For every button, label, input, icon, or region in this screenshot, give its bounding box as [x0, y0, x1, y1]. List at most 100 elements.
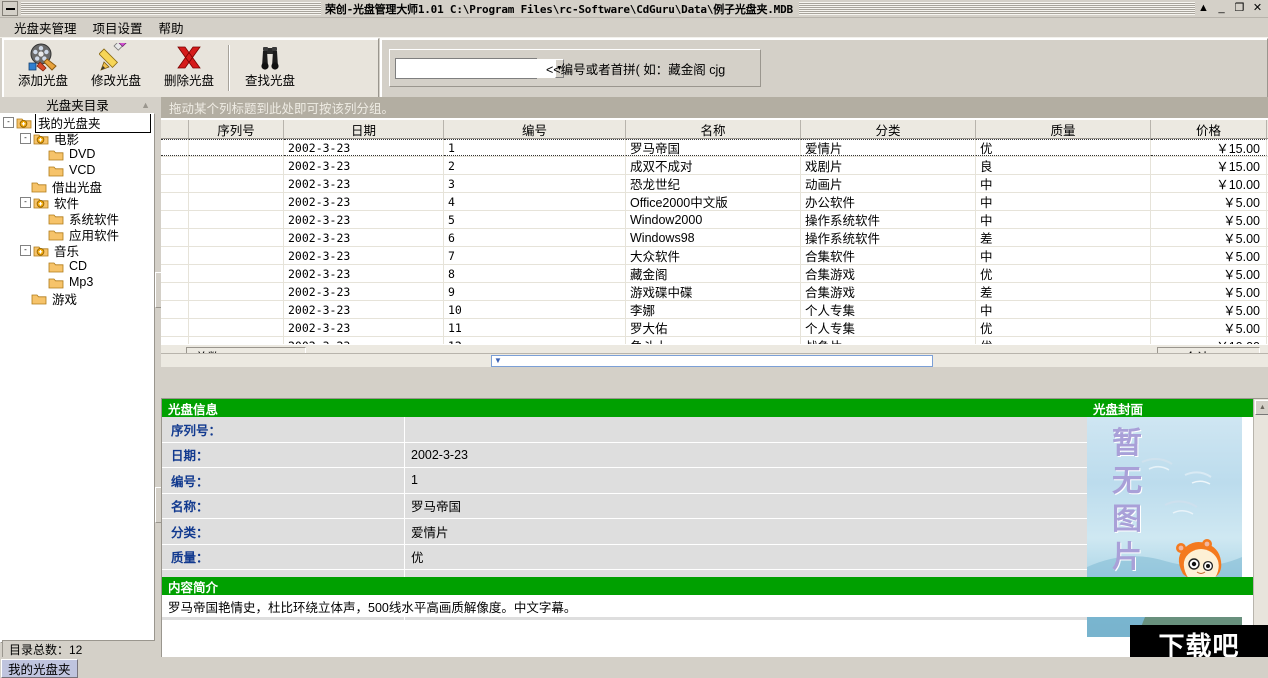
table-cell: 8	[444, 265, 626, 282]
detail-field-label: 质量：	[162, 544, 405, 569]
table-cell: 10	[444, 301, 626, 318]
grid-column-header[interactable]: 名称	[626, 120, 801, 138]
grid-filter-icon[interactable]: ▼	[494, 356, 503, 365]
detail-field-value: 2002-3-23	[405, 442, 1087, 467]
table-cell	[189, 247, 284, 264]
grid-column-header[interactable]: 序列号	[189, 120, 284, 138]
table-cell: 操作系统软件	[801, 229, 976, 246]
tree-expander-icon[interactable]: -	[3, 116, 14, 128]
menu-item-project-settings[interactable]: 项目设置	[85, 17, 151, 38]
table-row[interactable]: 2002-3-23 6 Windows98 操作系统软件差 ￥5.00	[161, 229, 1268, 247]
table-row[interactable]: 2002-3-23 3 恐龙世纪 动画片中 ￥10.00	[161, 175, 1268, 193]
table-row[interactable]: 2002-3-23 9 游戏碟中碟 合集游戏差 ￥5.00	[161, 283, 1268, 301]
table-row[interactable]: 2002-3-23 11 罗大佑 个人专集优 ￥5.00	[161, 319, 1268, 337]
table-cell	[161, 301, 189, 318]
find-disc-button[interactable]: 查找光盘	[235, 42, 305, 94]
delete-disc-button[interactable]: 删除光盘	[154, 42, 224, 94]
add-disc-label: 添加光盘	[17, 74, 68, 88]
brief-section: 内容简介 罗马帝国艳情史，杜比环绕立体声，500线水平高画质解像度。中文字幕。	[162, 577, 1268, 617]
tree-node-label: Mp3	[69, 275, 94, 289]
folder-tree[interactable]: - 我的光盘夹 - 电影 DVD VCD 借出光盘 - 软件 系统软件 应用软件 - 音乐 CD Mp3 游戏	[0, 113, 155, 643]
window-controls: ▲ _ ❐ ✕	[1197, 2, 1264, 15]
status-tab-current-folder[interactable]: 我的光盘夹	[1, 659, 78, 678]
table-cell	[189, 337, 284, 344]
system-menu-icon[interactable]	[2, 1, 18, 16]
grid-column-header[interactable]	[161, 120, 189, 138]
sort-arrow-icon[interactable]: ▲	[141, 100, 150, 110]
disc-cover-header: 光盘封面	[1087, 399, 1268, 417]
tree-node[interactable]: - 音乐	[1, 242, 154, 259]
title-grip-right	[798, 2, 1195, 15]
tree-node[interactable]: 游戏	[1, 290, 154, 307]
table-row[interactable]: 2002-3-23 8 藏金阁 合集游戏优 ￥5.00	[161, 265, 1268, 283]
table-cell: 3	[444, 175, 626, 192]
table-cell: 2002-3-23	[284, 193, 444, 210]
scroll-up-icon[interactable]: ▲	[1255, 400, 1268, 415]
add-disc-button[interactable]: 添加光盘	[8, 42, 78, 94]
table-cell: 2002-3-23	[284, 139, 444, 156]
table-row[interactable]: 2002-3-23 4 Office2000中文版 办公软件中 ￥5.00	[161, 193, 1268, 211]
tree-expander-icon[interactable]: -	[20, 244, 31, 256]
folder-icon	[48, 148, 64, 161]
table-cell: 个人专集	[801, 319, 976, 336]
table-cell: ￥5.00	[1151, 229, 1267, 246]
folder-icon	[31, 292, 47, 305]
folder-icon	[31, 180, 47, 193]
delete-disc-label: 删除光盘	[163, 74, 214, 88]
grid-column-header[interactable]: 质量	[976, 120, 1151, 138]
maximize-icon[interactable]: ❐	[1233, 2, 1246, 15]
grid-column-header[interactable]: 价格	[1151, 120, 1267, 138]
grid-column-header[interactable]: 日期	[284, 120, 444, 138]
table-cell: 罗大佑	[626, 319, 801, 336]
detail-vertical-scrollbar[interactable]: ▲	[1253, 399, 1268, 658]
tree-expander-icon[interactable]: -	[20, 132, 31, 144]
folder-icon	[48, 260, 64, 273]
table-cell: 2002-3-23	[284, 211, 444, 228]
table-cell: 2002-3-23	[284, 229, 444, 246]
table-cell: ￥5.00	[1151, 301, 1267, 318]
menu-item-disc-folder-manage[interactable]: 光盘夹管理	[6, 17, 85, 38]
toolbar-separator	[228, 45, 230, 91]
tree-indent-spacer	[37, 262, 46, 271]
grid-column-header[interactable]: 分类	[801, 120, 976, 138]
table-cell: 1	[444, 139, 626, 156]
search-combo[interactable]: ▼	[395, 57, 564, 79]
close-icon[interactable]: ✕	[1251, 2, 1264, 15]
detail-field-value: 1	[405, 468, 1087, 493]
rollup-icon[interactable]: ▲	[1197, 2, 1210, 15]
grid-horizontal-scrollbar[interactable]: ▼	[161, 353, 1268, 367]
table-cell: 李娜	[626, 301, 801, 318]
table-cell	[161, 265, 189, 282]
brief-text: 罗马帝国艳情史，杜比环绕立体声，500线水平高画质解像度。中文字幕。	[162, 595, 1268, 617]
grid-scroll-thumb[interactable]	[491, 355, 933, 367]
tree-node-label: CD	[69, 259, 88, 273]
tree-node[interactable]: DVD	[1, 146, 154, 162]
menu-item-help[interactable]: 帮助	[151, 17, 192, 38]
table-row[interactable]: 2002-3-23 1 罗马帝国 爱情片优 ￥15.00	[161, 139, 1268, 157]
tree-node-label: 音乐	[54, 244, 80, 259]
group-by-bar[interactable]: 拖动某个列标题到此处即可按该列分组。	[161, 97, 1268, 119]
toolbar: 添加光盘 修改光盘 删除光盘 查找光盘 ▼ <<编号或者首拼(如：藏金阁 cj…	[0, 37, 1268, 98]
detail-field-row: 编号： 1	[162, 468, 1087, 494]
table-cell: 9	[444, 283, 626, 300]
table-row[interactable]: 2002-3-23 2 成双不成对 戏剧片良 ￥15.00	[161, 157, 1268, 175]
table-row[interactable]: 2002-3-2312角斗士战争片优￥10.00	[161, 337, 1268, 344]
grid-column-header[interactable]: 编号	[444, 120, 626, 138]
tree-node[interactable]: CD	[1, 258, 154, 274]
detail-field-label: 名称：	[162, 493, 405, 518]
search-input[interactable]	[396, 58, 555, 78]
minimize-icon[interactable]: _	[1215, 2, 1228, 15]
table-cell	[189, 283, 284, 300]
table-cell: 中	[976, 175, 1151, 192]
table-cell: 爱情片	[801, 139, 976, 156]
table-row[interactable]: 2002-3-23 7 大众软件 合集软件中 ￥5.00	[161, 247, 1268, 265]
table-cell: 罗马帝国	[626, 139, 801, 156]
table-cell	[161, 211, 189, 228]
table-cell: 优	[976, 139, 1151, 156]
tree-expander-icon[interactable]: -	[20, 196, 31, 208]
table-cell: 中	[976, 247, 1151, 264]
table-row[interactable]: 2002-3-23 5 Window2000 操作系统软件中 ￥5.00	[161, 211, 1268, 229]
table-row[interactable]: 2002-3-23 10 李娜 个人专集中 ￥5.00	[161, 301, 1268, 319]
find-disc-label: 查找光盘	[244, 74, 295, 88]
edit-disc-button[interactable]: 修改光盘	[81, 42, 151, 94]
